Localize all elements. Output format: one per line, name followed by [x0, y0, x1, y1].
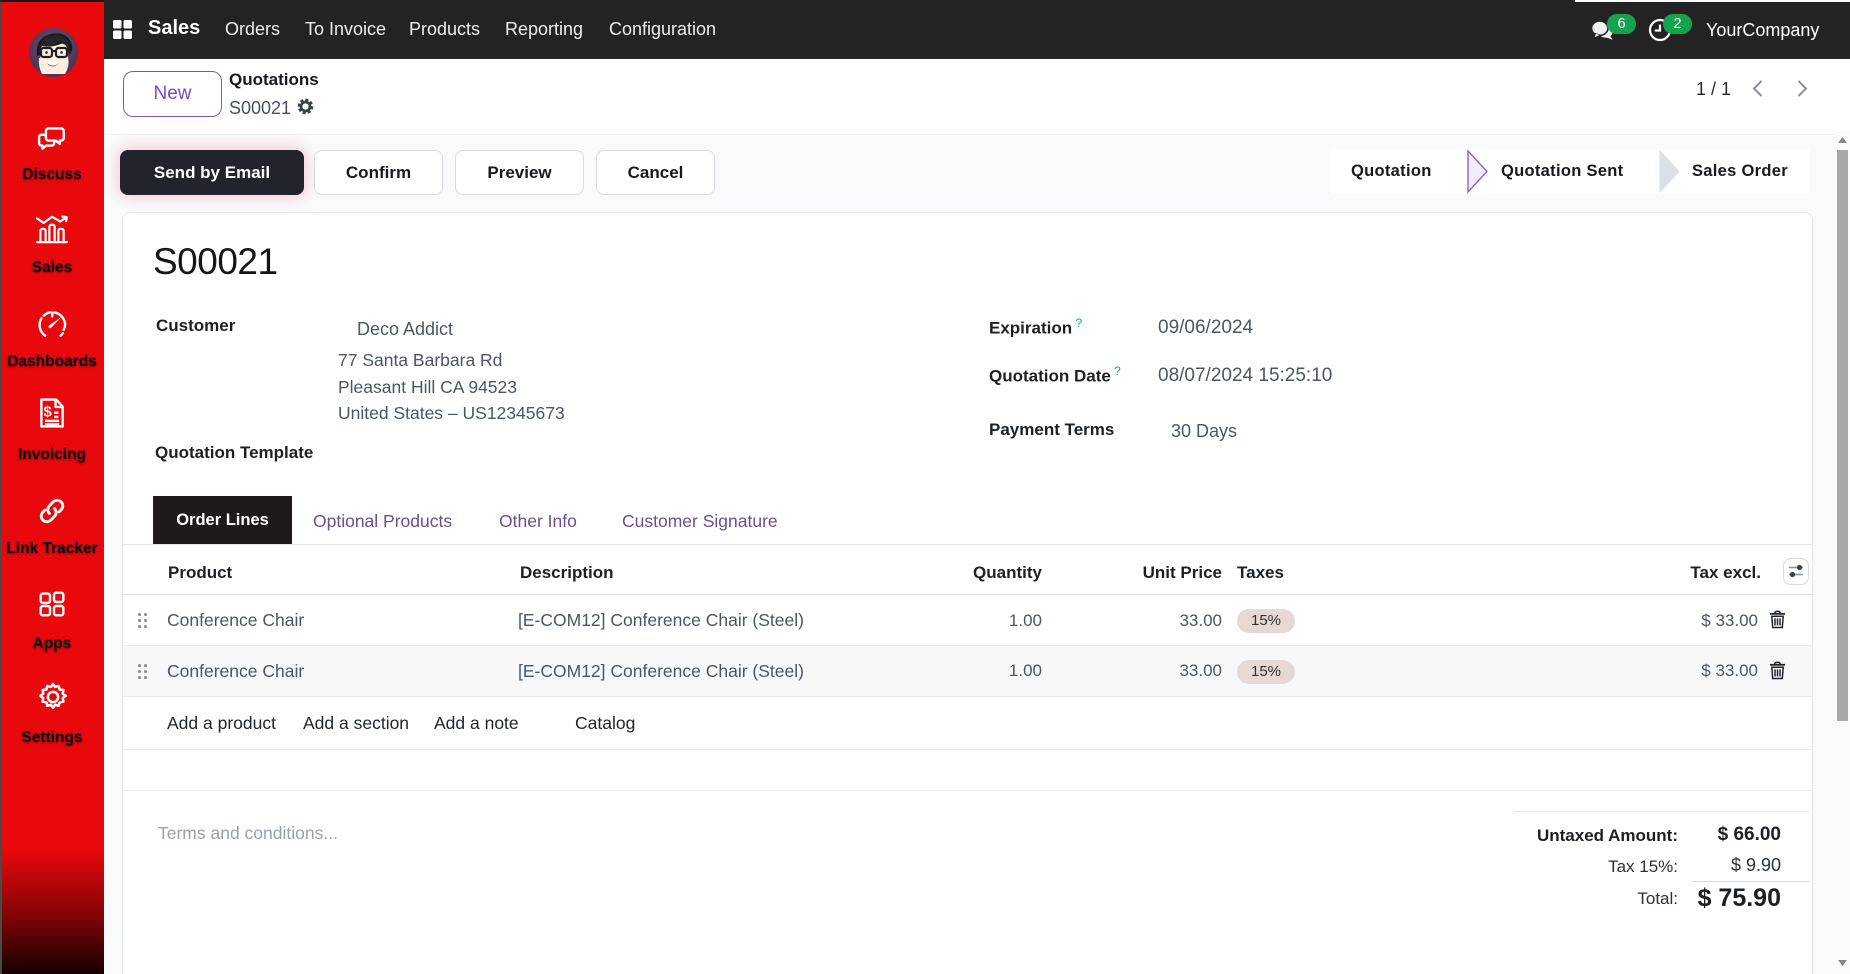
svg-text:$: $ — [44, 405, 53, 421]
